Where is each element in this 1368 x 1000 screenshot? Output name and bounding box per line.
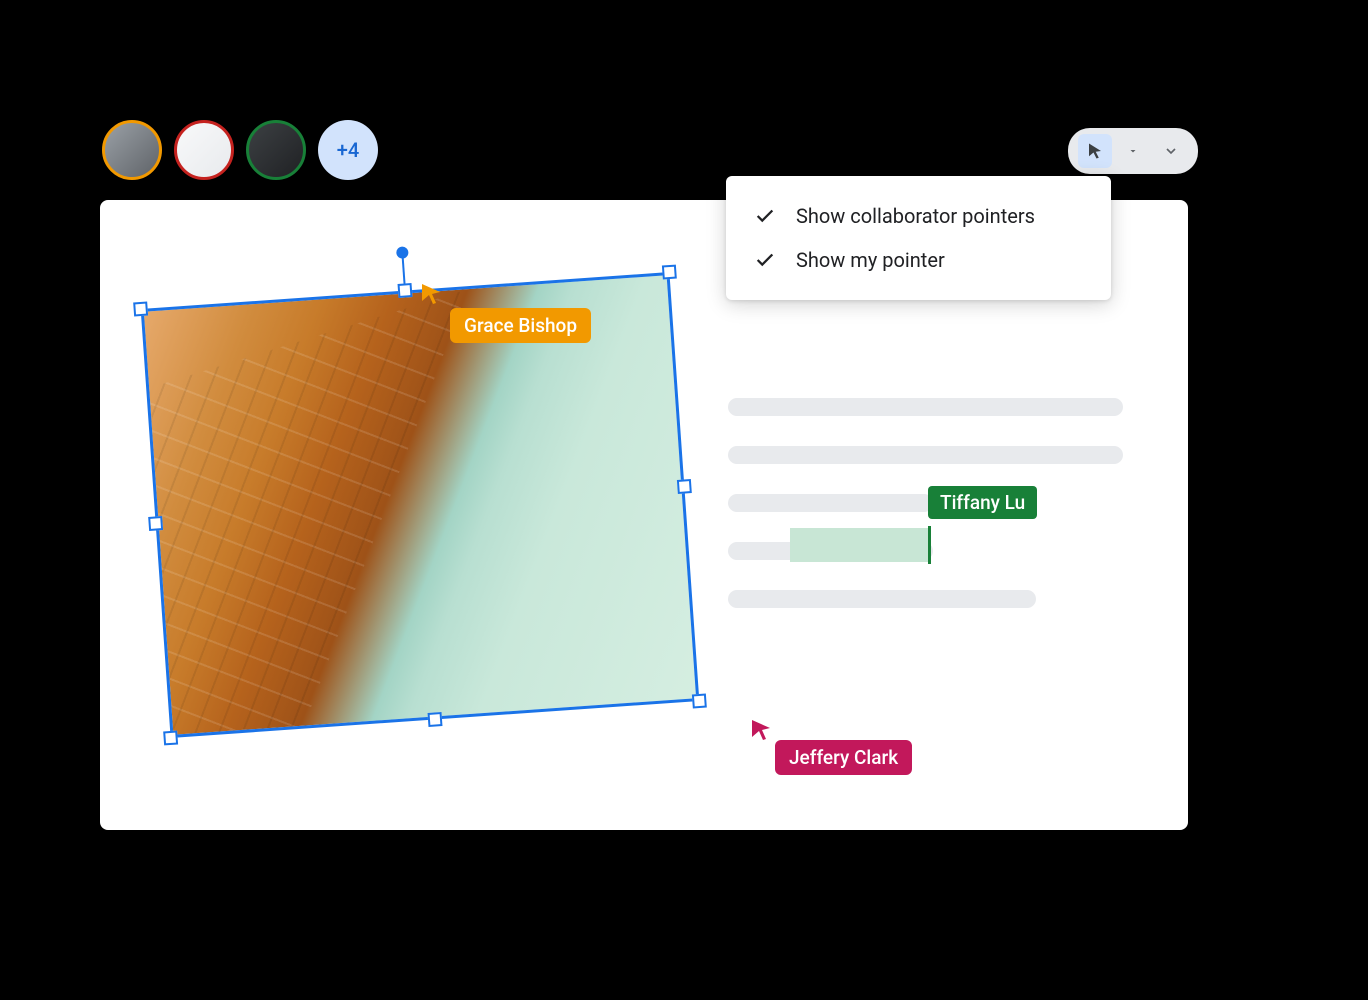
pointer-icon xyxy=(1086,142,1104,160)
image-content xyxy=(141,272,700,738)
selected-image[interactable] xyxy=(141,272,700,738)
chevron-down-icon xyxy=(1163,143,1179,159)
jeffery-name-tag: Jeffery Clark xyxy=(775,740,912,775)
pointer-toolbar xyxy=(1068,128,1198,174)
text-line xyxy=(728,590,1036,608)
check-icon xyxy=(754,205,776,227)
text-placeholder-block xyxy=(728,398,1123,638)
check-icon xyxy=(754,249,776,271)
menu-show-collaborator-pointers[interactable]: Show collaborator pointers xyxy=(726,194,1111,238)
pointer-dropdown-toggle[interactable] xyxy=(1116,134,1150,168)
resize-handle-tl[interactable] xyxy=(133,302,148,317)
cursor-icon xyxy=(420,282,444,306)
toolbar-chevron-button[interactable] xyxy=(1154,134,1188,168)
cursor-icon xyxy=(750,718,774,742)
resize-handle-t[interactable] xyxy=(398,283,413,298)
avatar-2[interactable] xyxy=(174,120,234,180)
resize-handle-b[interactable] xyxy=(428,712,443,727)
tiffany-text-selection xyxy=(790,528,928,562)
rotate-handle[interactable] xyxy=(396,246,409,259)
caret-down-icon xyxy=(1127,145,1139,157)
text-line xyxy=(728,446,1123,464)
resize-handle-br[interactable] xyxy=(692,694,707,709)
menu-item-label: Show my pointer xyxy=(796,248,945,272)
collaborator-avatars: +4 xyxy=(102,120,378,180)
avatar-overflow-count[interactable]: +4 xyxy=(318,120,378,180)
avatar-3[interactable] xyxy=(246,120,306,180)
pointer-tool-button[interactable] xyxy=(1078,134,1112,168)
resize-handle-bl[interactable] xyxy=(163,730,178,745)
menu-item-label: Show collaborator pointers xyxy=(796,204,1035,228)
tiffany-caret xyxy=(928,526,931,564)
resize-handle-r[interactable] xyxy=(677,479,692,494)
pointer-options-dropdown: Show collaborator pointers Show my point… xyxy=(726,176,1111,300)
menu-show-my-pointer[interactable]: Show my pointer xyxy=(726,238,1111,282)
resize-handle-tr[interactable] xyxy=(662,265,677,280)
text-line xyxy=(728,398,1123,416)
resize-handle-l[interactable] xyxy=(148,516,163,531)
avatar-1[interactable] xyxy=(102,120,162,180)
grace-name-tag: Grace Bishop xyxy=(450,308,591,343)
tiffany-name-tag: Tiffany Lu xyxy=(928,486,1037,519)
text-line xyxy=(728,494,933,512)
